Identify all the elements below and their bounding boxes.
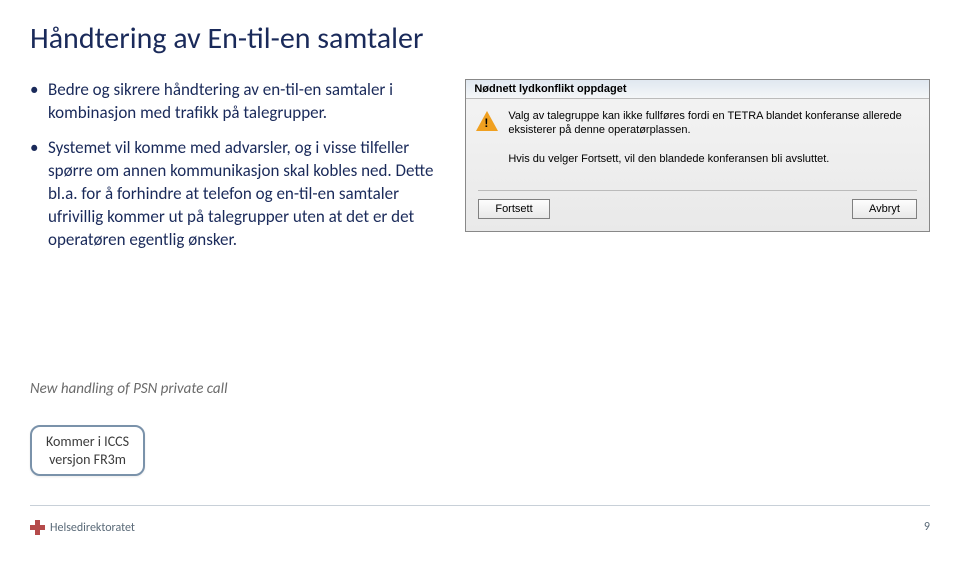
version-tag-line1: Kommer i ICCS	[46, 433, 129, 451]
logo-icon	[30, 520, 45, 535]
warning-icon	[476, 111, 498, 131]
cancel-button[interactable]: Avbryt	[852, 199, 917, 219]
dialog-title: Nødnett lydkonflikt oppdaget	[466, 80, 929, 99]
footer-logo: Helsedirektoratet	[30, 520, 135, 535]
bullet-item: Bedre og sikrere håndtering av en-til-en…	[48, 79, 435, 125]
bullet-list: Bedre og sikrere håndtering av en-til-en…	[30, 79, 435, 252]
dialog-line2: Hvis du velger Fortsett, vil den blanded…	[508, 152, 917, 166]
bullet-item: Systemet vil komme med advarsler, og i v…	[48, 137, 435, 252]
footer-divider	[30, 505, 930, 506]
slide-title: Håndtering av En-til-en samtaler	[30, 20, 930, 57]
version-tag-line2: versjon FR3m	[46, 451, 129, 469]
dialog-text: Valg av talegruppe kan ikke fullføres fo…	[508, 109, 917, 180]
version-tag: Kommer i ICCS versjon FR3m	[30, 425, 145, 476]
continue-button[interactable]: Fortsett	[478, 199, 549, 219]
footnote: New handling of PSN private call	[30, 380, 228, 398]
page-number: 9	[924, 520, 930, 534]
warning-dialog: Nødnett lydkonflikt oppdaget Valg av tal…	[465, 79, 930, 232]
logo-text: Helsedirektoratet	[50, 521, 135, 535]
dialog-line1: Valg av talegruppe kan ikke fullføres fo…	[508, 109, 917, 138]
